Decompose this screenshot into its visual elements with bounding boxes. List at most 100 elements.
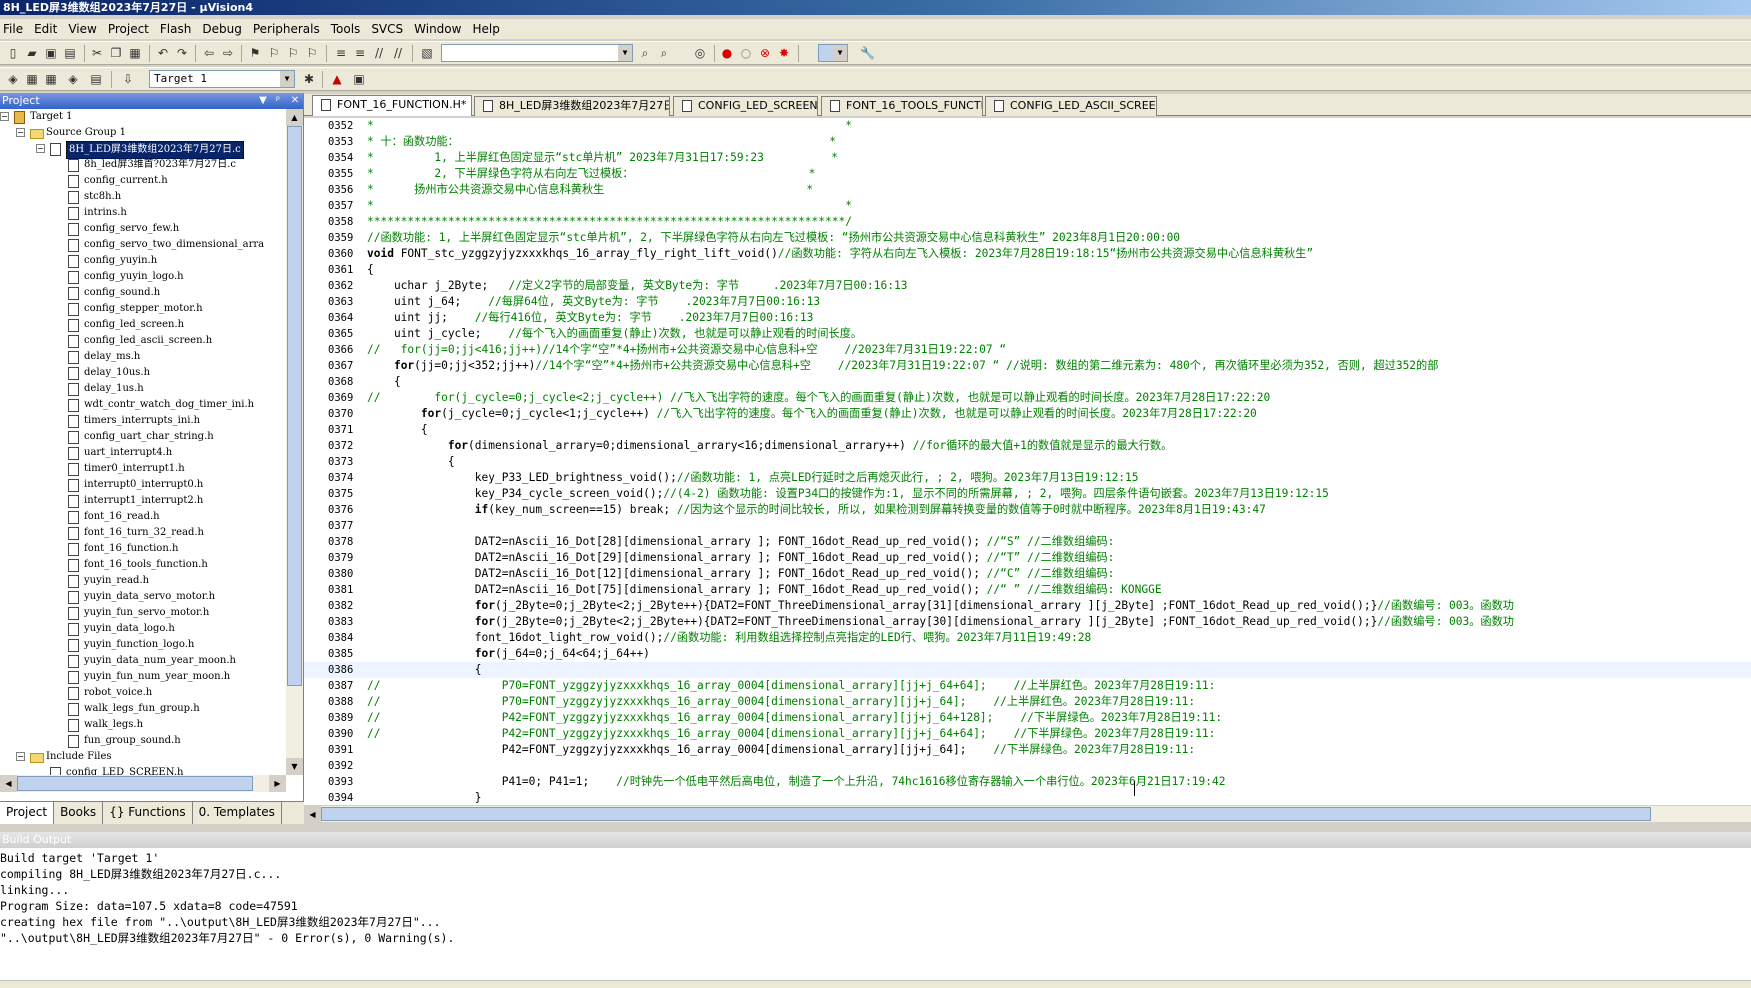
build-output-panel[interactable]: Build target 'Target 1' compiling 8H_LED屏… bbox=[0, 848, 1751, 980]
breakpoint-icon[interactable]: ● bbox=[720, 46, 734, 60]
menu-peripherals[interactable]: Peripherals bbox=[250, 19, 328, 39]
copy-icon[interactable]: ❐ bbox=[109, 46, 123, 60]
build-icon[interactable]: ▦ bbox=[25, 72, 39, 86]
tree-file[interactable]: 8h_led屏3维首?023年7月27日.c bbox=[0, 157, 286, 173]
tree-file[interactable]: yuyin_fun_servo_motor.h bbox=[0, 605, 286, 621]
comment-icon[interactable]: // bbox=[372, 46, 386, 60]
uncomment-icon[interactable]: // bbox=[391, 46, 405, 60]
tree-vertical-scrollbar[interactable]: ▲ ▼ bbox=[286, 109, 303, 775]
scroll-thumb[interactable] bbox=[17, 776, 253, 791]
tree-file[interactable]: interrupt0_interrupt0.h bbox=[0, 477, 286, 493]
find-combo[interactable]: ▼ bbox=[441, 44, 633, 62]
tree-file[interactable]: config_sound.h bbox=[0, 285, 286, 301]
tree-file[interactable]: wdt_contr_watch_dog_timer_ini.h bbox=[0, 397, 286, 413]
menu-file[interactable]: File bbox=[0, 19, 31, 39]
tree-file[interactable]: robot_voice.h bbox=[0, 685, 286, 701]
translate-icon[interactable]: ◈ bbox=[6, 72, 20, 86]
tree-file[interactable]: walk_legs_fun_group.h bbox=[0, 701, 286, 717]
debug-session-icon[interactable]: ◎ bbox=[693, 46, 707, 60]
tree-file[interactable]: config_LED_SCREEN.h bbox=[0, 765, 286, 775]
menu-debug[interactable]: Debug bbox=[199, 19, 249, 39]
next-bookmark-icon[interactable]: ⚐ bbox=[286, 46, 300, 60]
close-icon[interactable]: ✕ bbox=[288, 93, 302, 109]
pin-icon[interactable]: ᵖ bbox=[271, 93, 285, 109]
tab-templates[interactable]: 0. Templates bbox=[193, 802, 282, 824]
tab-functions[interactable]: {} Functions bbox=[103, 802, 193, 824]
select-packs-icon[interactable]: ▣ bbox=[352, 72, 366, 86]
scroll-down-icon[interactable]: ▼ bbox=[286, 758, 303, 775]
scroll-right-icon[interactable]: ▶ bbox=[269, 775, 286, 792]
panel-menu-icon[interactable]: ▼ bbox=[256, 93, 270, 109]
target-options-icon[interactable]: ✱ bbox=[302, 72, 316, 86]
tree-file[interactable]: timers_interrupts_ini.h bbox=[0, 413, 286, 429]
tree-file[interactable]: font_16_function.h bbox=[0, 541, 286, 557]
tree-file[interactable]: font_16_turn_32_read.h bbox=[0, 525, 286, 541]
editor-tab[interactable]: CONFIG_LED_ASCII_SCREEN.H bbox=[985, 96, 1157, 116]
editor-tab[interactable]: CONFIG_LED_SCREEN.H bbox=[673, 96, 818, 116]
tree-file[interactable]: yuyin_data_servo_motor.h bbox=[0, 589, 286, 605]
tree-source-group[interactable]: − Source Group 1 bbox=[0, 125, 286, 141]
configure-icon[interactable]: 🔧 bbox=[860, 46, 875, 60]
tree-file[interactable]: walk_legs.h bbox=[0, 717, 286, 733]
editor-tab[interactable]: FONT_16_FUNCTION.H* bbox=[312, 95, 472, 116]
tree-file[interactable]: config_led_ascii_screen.h bbox=[0, 333, 286, 349]
tree-expander-icon[interactable]: − bbox=[0, 112, 9, 121]
tree-file[interactable]: config_servo_few.h bbox=[0, 221, 286, 237]
tree-file[interactable]: yuyin_read.h bbox=[0, 573, 286, 589]
batch-build-icon[interactable]: ◈ bbox=[66, 72, 80, 86]
menu-help[interactable]: Help bbox=[469, 19, 507, 39]
scroll-up-icon[interactable]: ▲ bbox=[286, 109, 303, 126]
open-file-icon[interactable]: ▰ bbox=[25, 46, 39, 60]
unindent-icon[interactable]: ≡ bbox=[353, 46, 367, 60]
tree-main-file[interactable]: −8H_LED屏3维数组2023年7月27日.c bbox=[0, 141, 286, 159]
scroll-left-icon[interactable]: ◀ bbox=[0, 775, 17, 792]
tree-horizontal-scrollbar[interactable]: ◀ ▶ bbox=[0, 775, 286, 792]
find-icon[interactable]: ⌕ bbox=[638, 46, 652, 60]
save-icon[interactable]: ▣ bbox=[44, 46, 58, 60]
rebuild-icon[interactable]: ▦ bbox=[44, 72, 58, 86]
menu-window[interactable]: Window bbox=[411, 19, 469, 39]
tree-file[interactable]: intrins.h bbox=[0, 205, 286, 221]
disable-all-breakpoints-icon[interactable]: ⊗ bbox=[758, 46, 772, 60]
clear-bookmarks-icon[interactable]: ⚐ bbox=[305, 46, 319, 60]
paste-icon[interactable]: ▦ bbox=[128, 46, 142, 60]
tree-file[interactable]: uart_interrupt4.h bbox=[0, 445, 286, 461]
cut-icon[interactable]: ✂ bbox=[90, 46, 104, 60]
tree-file[interactable]: yuyin_fun_num_year_moon.h bbox=[0, 669, 286, 685]
tree-expander-icon[interactable]: − bbox=[36, 144, 45, 153]
menu-svcs[interactable]: SVCS bbox=[368, 19, 411, 39]
tree-file[interactable]: config_led_screen.h bbox=[0, 317, 286, 333]
tree-file[interactable]: delay_10us.h bbox=[0, 365, 286, 381]
redo-icon[interactable]: ↷ bbox=[175, 46, 189, 60]
chevron-down-icon[interactable]: ▼ bbox=[618, 45, 632, 61]
editor-tab[interactable]: FONT_16_TOOLS_FUNCTION.H bbox=[821, 96, 983, 116]
target-select[interactable]: Target 1 ▼ bbox=[149, 70, 295, 88]
menu-project[interactable]: Project bbox=[105, 19, 157, 39]
tree-file[interactable]: config_stepper_motor.h bbox=[0, 301, 286, 317]
menu-edit[interactable]: Edit bbox=[31, 19, 65, 39]
tree-expander-icon[interactable]: − bbox=[16, 752, 25, 761]
tree-file[interactable]: config_current.h bbox=[0, 173, 286, 189]
tree-file[interactable]: config_yuyin_logo.h bbox=[0, 269, 286, 285]
tree-file[interactable]: config_yuyin.h bbox=[0, 253, 286, 269]
tree-file[interactable]: config_uart_char_string.h bbox=[0, 429, 286, 445]
tree-file[interactable]: timer0_interrupt1.h bbox=[0, 461, 286, 477]
bookmark-icon[interactable]: ⚑ bbox=[248, 46, 262, 60]
undo-icon[interactable]: ↶ bbox=[156, 46, 170, 60]
tree-file[interactable]: delay_ms.h bbox=[0, 349, 286, 365]
download-icon[interactable]: ⇩ bbox=[121, 72, 135, 86]
scroll-thumb[interactable] bbox=[287, 126, 302, 686]
tree-file[interactable]: delay_1us.h bbox=[0, 381, 286, 397]
tree-file[interactable]: yuyin_data_num_year_moon.h bbox=[0, 653, 286, 669]
tree-include-group[interactable]: − Include Files bbox=[0, 749, 286, 765]
new-file-icon[interactable]: ▯ bbox=[6, 46, 20, 60]
menu-view[interactable]: View bbox=[65, 19, 104, 39]
disable-breakpoint-icon[interactable]: ○ bbox=[739, 46, 753, 60]
indent-icon[interactable]: ≡ bbox=[334, 46, 348, 60]
tab-project[interactable]: Project bbox=[0, 802, 55, 824]
tree-file[interactable]: font_16_tools_function.h bbox=[0, 557, 286, 573]
tree-file[interactable]: config_servo_two_dimensional_arra bbox=[0, 237, 286, 253]
find-in-files-icon[interactable]: ▧ bbox=[420, 46, 434, 60]
editor-horizontal-scrollbar[interactable]: ◀ bbox=[304, 805, 1751, 823]
kill-breakpoints-icon[interactable]: ✸ bbox=[777, 46, 791, 60]
